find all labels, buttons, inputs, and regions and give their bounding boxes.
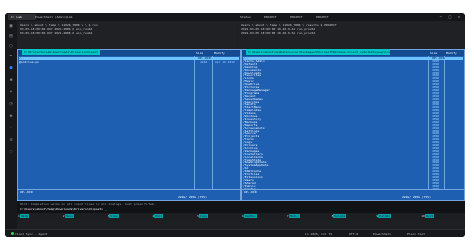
left-panel-path[interactable]: C:\Projects\Lab\Downloads\Drivers\Chipse… [22,49,101,55]
fkey-quit-button[interactable]: 10Quit [421,213,435,219]
folder-icon[interactable]: ▤ [8,33,14,39]
maximize-button[interactable]: □ [446,14,454,20]
fkey-label: Help [19,214,30,218]
sync-status[interactable]: Cloud Sync · Agent [11,231,48,237]
fkey-label: Copy [199,214,209,218]
encoding-indicator[interactable]: UTF-8 [349,231,358,237]
column-divider [194,56,195,190]
activity-sidebar: ▣ ▤ ○ ⌁ ● ✱ ▾ ◷ ◈ ◦ ≡ ◌ [5,21,17,237]
left-file-panel[interactable]: Name Size Modify C:\Projects\Lab\Downloa… [17,49,241,201]
disk-usage: 222G/ 295G (75%) [18,194,240,200]
online-indicator [11,232,14,235]
fkey-label: Edit [154,214,164,218]
disk-usage-text: 222G/ 295G (75%) [402,195,431,199]
cloud-icon[interactable]: ● [8,65,14,71]
chip-icon[interactable]: ◈ [8,113,14,119]
status-bar: Cloud Sync · Agent Ln 1026, Col 79 UTF-8… [5,229,465,237]
terminal-pane-right[interactable]: Users \ about \ Temp \ 11026_7886 \ resu… [238,21,465,49]
file-date: Apr 16 2019 [215,60,235,64]
file-manager: Name Size Modify C:\Projects\Lab\Downloa… [17,49,465,201]
close-button[interactable]: ✕ [455,14,463,20]
fkey-label: View [109,214,119,218]
fkey-label: Delete [333,214,347,218]
tab-lab-2[interactable]: Lab [64,14,88,20]
file-size: 4240 [200,60,208,64]
column-modify-header: Modify [214,51,225,55]
fkey-label: Quit [424,214,435,218]
plug-icon[interactable]: ⌁ [8,53,14,59]
hint-text: Hint: Completion works on all input line… [20,202,156,206]
tab-bar: C: Lab PowerShell (Admin) Lab Status PRO… [5,13,465,21]
fkey-label: RenMov [243,214,257,218]
fkey-view-button[interactable]: 3View [108,213,119,219]
terminal-icon[interactable]: ▣ [8,23,14,29]
key-icon[interactable]: ◦ [8,125,14,131]
cursor-position[interactable]: Ln 1026, Col 79 [305,231,332,237]
command-line[interactable]: Hint: Completion works on all input line… [17,201,465,213]
minimize-button[interactable]: – [437,14,445,20]
fkey-edit-button[interactable]: 4Edit [152,213,164,219]
right-file-panel[interactable]: Name Size Modify C:\Users\about\AppData\… [241,49,465,201]
bookmark-icon[interactable]: ▾ [8,89,14,95]
function-key-bar: 1Help 2Menu 3View 4Edit 5Copy 6RenMov 7Mkdir 8D… [17,213,465,219]
disk-usage: 222G/ 295G (75%) [242,194,464,200]
disk-usage-text: 222G/ 295G (75%) [178,195,207,199]
search-icon[interactable]: ○ [8,43,14,49]
tab-project-3[interactable]: PROJECT [313,14,343,20]
terminal-pane-left[interactable]: Users \ about \ Temp \ 11026_7886 \ \ $ … [17,21,237,49]
file-name: @ocdrive.ps [19,60,39,64]
terminal-line: 2019-03-05 18:00:00 10.20.0.61 run_proc6… [241,31,316,35]
sync-status-text: Cloud Sync · Agent [15,232,48,236]
bell-icon[interactable]: ◌ [8,149,14,155]
fkey-renmov-button[interactable]: 6RenMov [242,213,257,219]
history-icon[interactable]: ◷ [8,101,14,107]
terminal-line: 03-05-18:00:00.047 2021-2886 6 win_run64 [20,31,93,35]
list-icon[interactable]: ≡ [8,137,14,143]
language-indicator[interactable]: Plain Text [407,231,425,237]
fkey-mkdir-button[interactable]: 7Mkdir [287,213,300,219]
gear-icon[interactable]: ✱ [8,77,14,83]
fkey-delete-button[interactable]: 8Delete [332,213,347,219]
shell-indicator[interactable]: PowerShell [373,231,391,237]
fkey-help-button[interactable]: 1Help [18,213,30,219]
terminal-window: C: Lab PowerShell (Admin) Lab Status PRO… [5,13,465,237]
fkey-menu-button[interactable]: 2Menu [63,213,74,219]
file-row[interactable]: @ocdrive.ps 4240 Apr 16 2019 [19,61,239,64]
prompt-text[interactable]: C:\Users\about\Temp\Downloads\Drivers\Ch… [20,207,107,211]
fkey-label: Mkdir [288,214,300,218]
right-panel-path[interactable]: C:\Users\about\AppData\Local\Packages\Mi… [246,49,390,55]
fkey-label: Menu [64,214,74,218]
column-divider [212,56,213,190]
fkey-pulldn-button[interactable]: 9PullDn [376,213,392,219]
column-modify-header: Modify [446,51,457,55]
fkey-label: PullDn [378,214,392,218]
fkey-copy-button[interactable]: 5Copy [197,213,209,219]
tab-powershell[interactable]: PowerShell (Admin) [32,14,68,20]
